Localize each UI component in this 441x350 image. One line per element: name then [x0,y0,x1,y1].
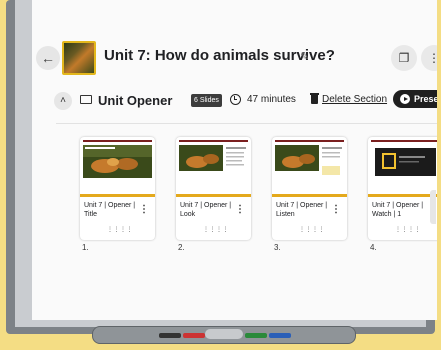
slide-label: Unit 7 | Opener | Watch | 1 [372,202,424,218]
green-marker [245,333,267,338]
play-icon [400,94,410,104]
slide-number: 4. [370,243,377,252]
slide-thumbnail [275,140,344,181]
clock-icon [230,94,241,105]
delete-section-link[interactable]: Delete Section [322,94,387,105]
section-bar: ˄ Unit Opener 6 Slides 47 minutes Delete… [40,86,437,116]
slide-label: Unit 7 | Opener | Title [84,202,136,218]
copy-button[interactable]: ❐ [391,45,417,71]
drag-handle-icon[interactable]: ⋮⋮⋮⋮ [395,226,421,233]
slides-count-badge: 6 Slides [191,94,222,107]
folder-icon [80,95,92,104]
slide-card[interactable]: Unit 7 | Opener | Look ⋮ ⋮⋮⋮⋮ [176,137,251,240]
slide-number: 1. [82,243,89,252]
app-screen: ← Unit 7: How do animals survive? ✎ ❐ ⋮ … [32,0,437,320]
more-vertical-icon[interactable]: ⋮ [235,204,245,215]
slide-card[interactable]: Unit 7 | Opener | Listen ⋮ ⋮⋮⋮⋮ [272,137,347,240]
black-marker [159,333,181,338]
slide-label: Unit 7 | Opener | Look [180,202,232,218]
more-vertical-icon[interactable]: ⋮ [139,204,149,215]
slide-accent-bar [176,194,251,197]
back-button[interactable]: ← [36,46,60,70]
more-options-button[interactable]: ⋮ [421,45,437,71]
section-duration: 47 minutes [247,94,296,105]
whiteboard-border: ← Unit 7: How do animals survive? ✎ ❐ ⋮ … [15,0,437,327]
side-panel-tab[interactable] [430,190,436,224]
drag-handle-icon[interactable]: ⋮⋮⋮⋮ [299,226,325,233]
divider [56,123,437,124]
slide-card[interactable]: Unit 7 | Opener | Title ⋮ ⋮⋮⋮⋮ [80,137,155,240]
slide-number: 2. [178,243,185,252]
red-marker [183,333,205,338]
collapse-section-button[interactable]: ˄ [54,92,72,110]
lesson-header: ← Unit 7: How do animals survive? ✎ ❐ ⋮ [32,26,437,86]
slide-label: Unit 7 | Opener | Listen [276,202,328,218]
marker-tray [92,326,356,344]
chevron-up-icon: ˄ [60,95,66,106]
slide-thumbnail [179,140,248,181]
slide-number: 3. [274,243,281,252]
pencil-icon[interactable]: ✎ [300,50,309,63]
blue-marker [269,333,291,338]
section-title: Unit Opener [98,93,173,108]
copy-icon: ❐ [398,51,410,65]
slide-accent-bar [272,194,347,197]
trash-icon [310,93,319,104]
present-button[interactable]: Present [393,90,437,108]
more-vertical-icon: ⋮ [428,51,437,65]
slide-thumbnail [371,140,437,181]
drag-handle-icon[interactable]: ⋮⋮⋮⋮ [107,226,133,233]
arrow-left-icon: ← [41,50,55,66]
slide-accent-bar [368,194,437,197]
drag-handle-icon[interactable]: ⋮⋮⋮⋮ [203,226,229,233]
more-vertical-icon[interactable]: ⋮ [331,204,341,215]
slide-thumbnail [83,140,152,181]
present-label: Present [414,94,437,104]
slide-card[interactable]: Unit 7 | Opener | Watch | 1 ⋮ ⋮⋮⋮⋮ [368,137,437,240]
lesson-thumbnail [62,41,96,75]
slide-accent-bar [80,194,155,197]
whiteboard-frame: ← Unit 7: How do animals survive? ✎ ❐ ⋮ … [6,0,437,334]
tray-eraser [205,329,243,339]
